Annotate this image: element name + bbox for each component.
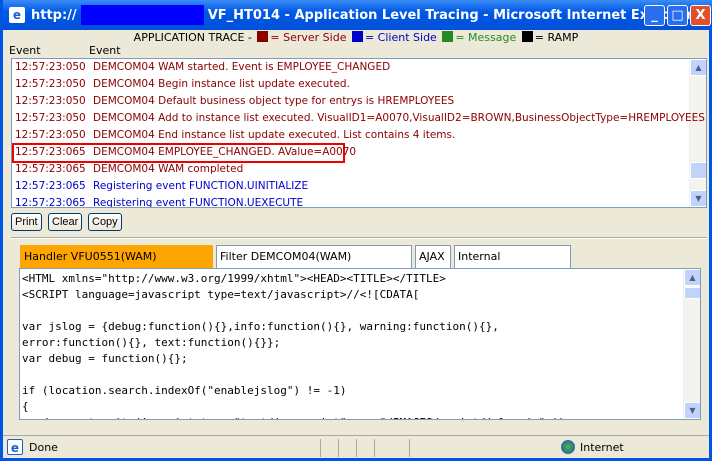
code-line: document.write('<script type="text/javas… (22, 415, 565, 419)
event-text: DEMCOM04 Default business object type fo… (93, 95, 455, 107)
event-text: DEMCOM04 Add to instance list executed. … (93, 112, 707, 124)
code-line: { (22, 400, 29, 413)
ramp-swatch (521, 31, 533, 42)
event-text: Registering event FUNCTION.UEXECUTE (93, 197, 304, 208)
event-time: 12:57:23:065 (15, 180, 86, 192)
column-header-time: Event (9, 44, 41, 57)
trace-legend: APPLICATION TRACE - = Server Side = Clie… (3, 31, 709, 44)
event-row[interactable]: 12:57:23:050 DEMCOM04 End instance list u… (15, 127, 455, 144)
legend-prefix: APPLICATION TRACE - (133, 31, 256, 44)
zone-text: Internet (580, 441, 624, 454)
close-button[interactable]: X (690, 5, 711, 26)
legend-message: = Message (455, 31, 517, 44)
status-text: Done (29, 440, 58, 454)
browser-window: e http:// VF_HT014 - Application Level T… (0, 0, 712, 461)
event-row[interactable]: 12:57:23:050 DEMCOM04 WAM started. Event … (15, 59, 390, 76)
event-time: 12:57:23:050 (15, 112, 86, 124)
tab-ajax[interactable]: AJAX (415, 245, 451, 268)
event-time: 12:57:23:065 (15, 146, 86, 158)
server-swatch (257, 31, 269, 42)
column-header-event: Event (89, 44, 121, 57)
scroll-up-icon[interactable]: ▲ (684, 269, 700, 286)
globe-icon (561, 440, 575, 454)
message-swatch (442, 31, 454, 42)
window-title: VF_HT014 - Application Level Tracing - M… (207, 7, 693, 23)
event-row[interactable]: 12:57:23:050 DEMCOM04 Default business ob… (15, 93, 454, 110)
legend-server: = Server Side (270, 31, 347, 44)
event-list[interactable]: ▲ ▼ 12:57:23:050 DEMCOM04 WAM started. Ev… (11, 58, 707, 208)
title-bar: e http:// VF_HT014 - Application Level T… (3, 0, 712, 30)
event-time: 12:57:23:050 (15, 129, 86, 141)
event-row[interactable]: 12:57:23:065 DEMCOM04 WAM completed (15, 161, 243, 178)
event-time: 12:57:23:050 (15, 78, 86, 90)
code-scrollbar[interactable]: ▲ ▼ (683, 269, 700, 419)
legend-client: = Client Side (364, 31, 437, 44)
client-swatch (351, 31, 363, 42)
ie-page-icon: e (7, 439, 23, 455)
clear-button[interactable]: Clear (48, 213, 83, 231)
event-time: 12:57:23:065 (15, 197, 86, 208)
event-row[interactable]: 12:57:23:065 Registering event FUNCTION.U… (15, 178, 308, 195)
event-time: 12:57:23:050 (15, 61, 86, 73)
minimize-button[interactable]: _ (644, 5, 665, 26)
ie-page-icon: e (9, 7, 25, 23)
scroll-up-icon[interactable]: ▲ (690, 59, 706, 76)
code-line: if (location.search.indexOf("enablejslog… (22, 384, 347, 397)
event-row[interactable]: 12:57:23:065 Registering event FUNCTION.U… (15, 195, 304, 208)
event-row[interactable]: 12:57:23:065 DEMCOM04 EMPLOYEE_CHANGED. A… (15, 144, 356, 161)
redacted-host (80, 5, 204, 25)
source-code-view[interactable]: ▲ ▼ <HTML xmlns="http://www.w3.org/1999/… (19, 268, 701, 420)
event-text: DEMCOM04 Begin instance list update exec… (93, 78, 350, 90)
code-line: error:function(){}, text:function(){}}; (22, 336, 281, 349)
event-row[interactable]: 12:57:23:050 DEMCOM04 Begin instance list… (15, 76, 350, 93)
event-text: DEMCOM04 End instance list update execut… (93, 129, 456, 141)
event-time: 12:57:23:050 (15, 95, 86, 107)
copy-button[interactable]: Copy (88, 213, 122, 231)
status-bar: e Done Internet (3, 435, 709, 458)
tab-filter[interactable]: Filter DEMCOM04(WAM) 12:57:23:034 (216, 245, 412, 285)
legend-ramp: = RAMP (534, 31, 579, 44)
scroll-down-icon[interactable]: ▼ (690, 190, 706, 207)
divider (11, 237, 707, 239)
event-text: DEMCOM04 WAM completed (93, 163, 244, 175)
event-text: DEMCOM04 WAM started. Event is EMPLOYEE_… (93, 61, 391, 73)
code-line: var debug = function(){}; (22, 352, 188, 365)
code-line: <HTML xmlns="http://www.w3.org/1999/xhtm… (22, 272, 446, 285)
maximize-button[interactable]: □ (667, 5, 688, 26)
event-row[interactable]: 12:57:23:050 DEMCOM04 Add to instance lis… (15, 110, 707, 127)
code-line: var jslog = {debug:function(){},info:fun… (22, 320, 499, 333)
tab-handler[interactable]: Handler VFU0551(WAM) 13:01:23:644 (20, 245, 213, 285)
event-text: Registering event FUNCTION.UINITIALIZE (93, 180, 309, 192)
event-time: 12:57:23:065 (15, 163, 86, 175)
scroll-thumb[interactable] (690, 162, 706, 179)
event-list-scrollbar[interactable]: ▲ ▼ (689, 59, 706, 207)
event-text: DEMCOM04 EMPLOYEE_CHANGED. AValue=A0070 (93, 146, 357, 158)
title-prefix: http:// (31, 7, 77, 23)
print-button[interactable]: Print (11, 213, 42, 231)
code-line: <SCRIPT language=javascript type=text/ja… (22, 288, 420, 301)
scroll-down-icon[interactable]: ▼ (684, 402, 700, 419)
tab-internal[interactable]: Internal 12:56:58:742 (454, 245, 571, 285)
scroll-thumb[interactable] (684, 287, 700, 299)
